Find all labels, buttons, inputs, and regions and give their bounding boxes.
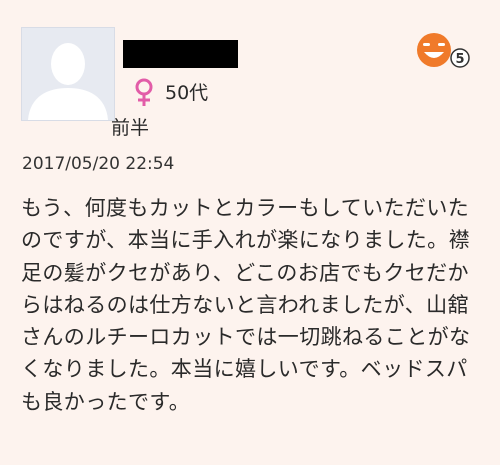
smiley-face-icon: 5 bbox=[417, 33, 470, 68]
reviewer-age-detail: 前半 bbox=[111, 117, 150, 139]
rating-badge: 5 bbox=[414, 32, 474, 72]
reviewer-demographics: 50代 bbox=[133, 78, 208, 108]
reviewer-avatar bbox=[21, 27, 115, 121]
review-date: 2017/05/20 22:54 bbox=[22, 154, 175, 174]
female-symbol-icon bbox=[135, 78, 153, 106]
review-card: 50代 前半 5 2017/05/20 22:54 もう、何度もカットとカラーも… bbox=[0, 0, 500, 465]
default-user-silhouette-icon bbox=[22, 28, 114, 120]
review-body: もう、何度もカットとカラーもしていただいたのですが、本当に手入れが楽になりました… bbox=[21, 196, 471, 414]
reviewer-age: 50代 bbox=[165, 82, 209, 104]
rating-value: 5 bbox=[455, 52, 464, 67]
reviewer-name-redacted bbox=[123, 40, 238, 68]
